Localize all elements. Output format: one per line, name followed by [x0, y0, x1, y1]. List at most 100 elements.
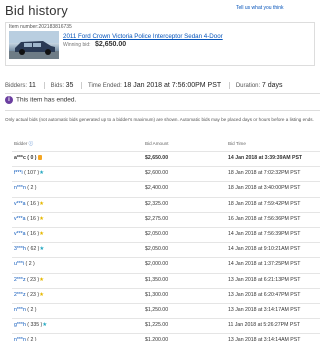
- bid-time: 16 Jan 2018 at 7:56:36PM PST: [228, 215, 301, 222]
- feedback-link[interactable]: Tell us what you think: [236, 5, 284, 11]
- auction-summary: Bidders: 11 Bids: 35 Time Ended: 18 Jan …: [5, 82, 291, 89]
- page-header: Bid history Tell us what you think: [5, 3, 315, 19]
- table-row: v***a ( 16 )★ $2,050.00 14 Jan 2018 at 7:5…: [12, 228, 320, 242]
- bid-time: 14 Jan 2018 at 9:10:21AM PST: [228, 246, 301, 253]
- bid-amount: $1,200.00: [145, 337, 169, 341]
- table-row: 2***z ( 23 )★ $1,300.00 13 Jan 2018 at 6:2…: [12, 289, 320, 303]
- sort-icon[interactable]: ⓘ: [29, 141, 34, 146]
- bid-amount: $1,225.00: [145, 322, 169, 329]
- bid-amount: $2,600.00: [145, 170, 169, 177]
- bid-amount: $2,050.00: [145, 231, 169, 237]
- new-member-icon: [37, 155, 42, 161]
- bid-amount: $2,275.00: [145, 215, 169, 222]
- feedback-score[interactable]: ( 16 ): [26, 231, 39, 237]
- feedback-score[interactable]: ( 2 ): [24, 261, 35, 267]
- feedback-score[interactable]: ( 16 ): [26, 216, 39, 222]
- item-card: Item number:202183816735 2011 Ford Crown…: [5, 22, 315, 66]
- feedback-score[interactable]: ( 62 ): [26, 246, 39, 252]
- feedback-star-icon: ★: [39, 291, 45, 298]
- feedback-star-icon: ★: [39, 170, 45, 177]
- feedback-score[interactable]: ( 107 ): [23, 170, 39, 176]
- table-row: n***n ( 2 ) $1,250.00 13 Jan 2018 at 3:14:…: [12, 304, 320, 318]
- feedback-score[interactable]: ( 2 ): [26, 337, 36, 341]
- table-row: n***n ( 2 ) $2,400.00 18 Jan 2018 at 3:40:…: [12, 182, 320, 196]
- section-divider: [5, 93, 320, 94]
- bidder-name[interactable]: v***a ( 16 )★: [14, 216, 44, 222]
- time-ended-label: Time Ended:: [88, 83, 122, 90]
- bidder-name[interactable]: u***i ( 2 ): [14, 261, 35, 267]
- item-thumbnail[interactable]: [9, 31, 59, 59]
- bid-time: 13 Jan 2018 at 3:14:17AM PST: [228, 307, 301, 313]
- bidder-name[interactable]: g***h ( 335 )★: [14, 322, 47, 328]
- bid-time: 14 Jan 2018 at 1:37:25PM PST: [228, 261, 301, 268]
- feedback-star-icon: ★: [42, 322, 48, 329]
- bidder-name[interactable]: v***a ( 16 )★: [14, 231, 44, 237]
- column-header-bidder[interactable]: Bidder ⓘ: [14, 141, 33, 147]
- bid-time: 14 Jan 2018 at 3:39:39AM PST: [228, 155, 303, 161]
- bid-time: 11 Jan 2018 at 5:26:27PM PST: [228, 322, 300, 329]
- winning-bid-label: Winning bid:: [63, 42, 91, 48]
- bidder-name[interactable]: n***n ( 2 ): [14, 337, 37, 341]
- table-row: 2***z ( 23 )★ $1,350.00 13 Jan 2018 at 6:2…: [12, 274, 320, 288]
- bidders-count: 11: [28, 82, 36, 90]
- feedback-star-icon: ★: [39, 246, 45, 253]
- bid-amount: $1,350.00: [145, 276, 169, 283]
- bidder-name[interactable]: a***c ( 0 ): [14, 155, 42, 161]
- feedback-star-icon: ★: [39, 231, 45, 237]
- divider: [81, 82, 83, 89]
- bid-amount: $2,400.00: [145, 185, 169, 192]
- duration-value: 7 days: [261, 82, 283, 90]
- section-divider: [5, 110, 320, 111]
- bid-time: 18 Jan 2018 at 7:59:42PM PST: [228, 200, 301, 207]
- divider: [43, 82, 45, 89]
- bidder-name[interactable]: n***n ( 2 ): [14, 185, 37, 191]
- bidder-name[interactable]: 2***z ( 23 )★: [14, 292, 44, 298]
- time-ended-value: 18 Jan 2018 at 7:56:00PM PST: [123, 82, 222, 90]
- bidder-name[interactable]: v***a ( 16 )★: [14, 201, 44, 207]
- bid-time: 18 Jan 2018 at 7:02:32PM PST: [228, 170, 301, 177]
- page-title: Bid history: [5, 3, 68, 18]
- divider: [229, 82, 231, 89]
- table-row: f***i ( 107 )★ $2,600.00 18 Jan 2018 at 7:…: [12, 167, 320, 181]
- column-header-amount: Bid Amount: [145, 141, 169, 146]
- ended-notice-text: This item has ended.: [16, 96, 77, 104]
- feedback-score[interactable]: ( 0 ): [26, 155, 36, 161]
- feedback-star-icon: ★: [39, 215, 45, 222]
- table-row: a***c ( 0 ) $2,650.00 14 Jan 2018 at 3:39:…: [12, 152, 320, 166]
- bid-amount: $2,000.00: [145, 261, 169, 268]
- bid-time: 18 Jan 2018 at 3:40:00PM PST: [228, 185, 301, 192]
- bidder-name[interactable]: n***n ( 2 ): [14, 307, 37, 313]
- bidder-name[interactable]: 3***h ( 62 )★: [14, 246, 44, 252]
- item-number: Item number:202183816735: [9, 24, 72, 30]
- bid-amount: $2,650.00: [145, 155, 169, 161]
- ended-notice: i This item has ended.: [5, 96, 320, 108]
- bid-amount: $1,300.00: [145, 291, 169, 298]
- feedback-score[interactable]: ( 16 ): [26, 201, 39, 207]
- feedback-score[interactable]: ( 335 ): [26, 322, 42, 328]
- item-title-link[interactable]: 2011 Ford Crown Victoria Police Intercep…: [63, 33, 223, 40]
- feedback-score[interactable]: ( 23 ): [26, 277, 39, 283]
- table-row: v***a ( 16 )★ $2,325.00 18 Jan 2018 at 7:5…: [12, 198, 320, 212]
- bidder-name[interactable]: f***i ( 107 )★: [14, 170, 44, 176]
- column-header-time: Bid Time: [228, 141, 246, 146]
- bid-time: 13 Jan 2018 at 6:21:13PM PST: [228, 276, 301, 283]
- table-row: v***a ( 16 )★ $2,275.00 16 Jan 2018 at 7:5…: [12, 213, 320, 227]
- bid-amount: $2,325.00: [145, 200, 169, 207]
- bidder-name[interactable]: 2***z ( 23 )★: [14, 277, 44, 283]
- bid-note: Only actual bids (not automatic bids gen…: [5, 117, 314, 122]
- bid-time: 13 Jan 2018 at 6:20:47PM PST: [228, 291, 301, 298]
- bid-time: 14 Jan 2018 at 7:56:39PM PST: [228, 231, 301, 237]
- feedback-score[interactable]: ( 2 ): [26, 185, 36, 191]
- feedback-star-icon: ★: [39, 200, 45, 207]
- table-row: g***h ( 335 )★ $1,225.00 11 Jan 2018 at 5:…: [12, 319, 320, 333]
- table-row: 3***h ( 62 )★ $2,050.00 14 Jan 2018 at 9:1…: [12, 243, 320, 257]
- table-row: n***n ( 2 ) $1,200.00 13 Jan 2018 at 3:14:…: [12, 334, 320, 341]
- bids-label: Bids:: [50, 83, 64, 90]
- bid-amount: $2,050.00: [145, 246, 169, 253]
- info-icon: i: [5, 96, 13, 104]
- bidders-label: Bidders:: [5, 83, 28, 90]
- feedback-score[interactable]: ( 23 ): [26, 292, 39, 298]
- feedback-score[interactable]: ( 2 ): [26, 307, 36, 313]
- table-row: u***i ( 2 ) $2,000.00 14 Jan 2018 at 1:37:…: [12, 258, 320, 272]
- feedback-star-icon: ★: [39, 276, 45, 283]
